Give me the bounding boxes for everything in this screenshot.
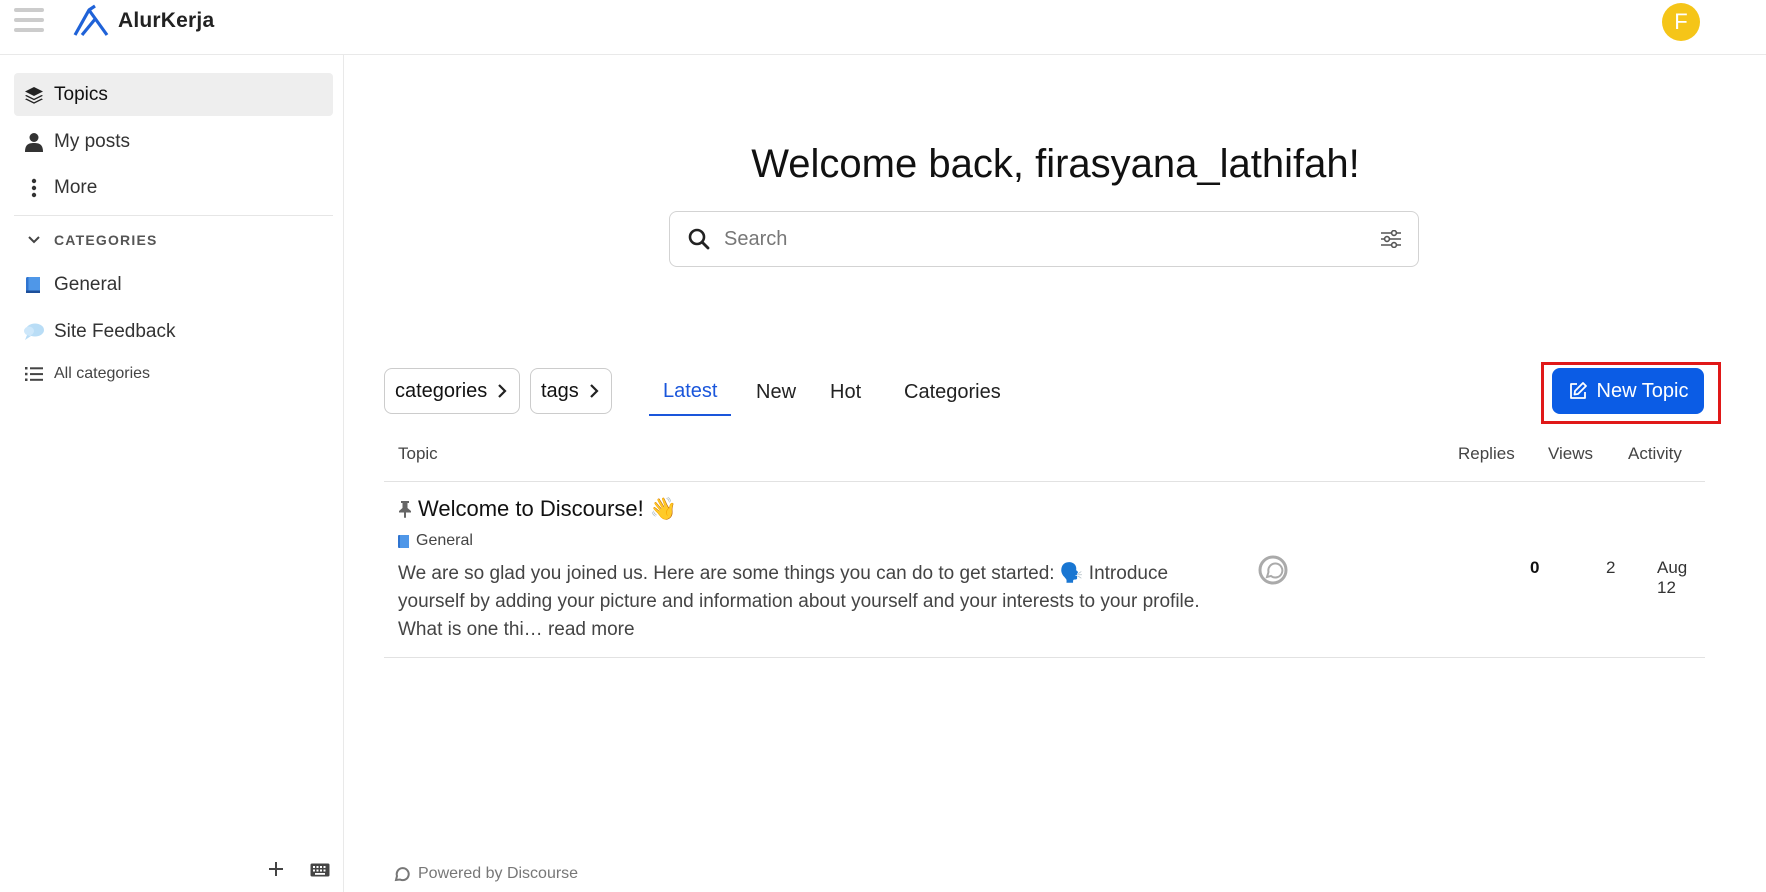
sidebar-item-label: My posts — [54, 130, 131, 152]
advanced-search-sliders-icon[interactable] — [1380, 230, 1402, 248]
search-icon — [688, 228, 710, 250]
search-input[interactable] — [724, 227, 1380, 251]
site-header: AlurKerja F — [0, 0, 1766, 55]
site-logo[interactable]: AlurKerja — [72, 4, 214, 38]
topic-activity[interactable]: Aug 12 — [1657, 558, 1705, 598]
chevron-right-icon — [498, 384, 507, 398]
user-icon — [25, 132, 43, 152]
topic-views: 2 — [1606, 558, 1616, 577]
new-topic-label: New Topic — [1596, 379, 1689, 402]
topic-excerpt: We are so glad you joined us. Here are s… — [398, 560, 1228, 644]
sidebar-item-label: Topics — [54, 83, 108, 105]
read-more-link[interactable]: read more — [548, 619, 635, 640]
add-section-icon[interactable] — [268, 860, 284, 883]
pin-icon — [399, 501, 411, 518]
tab-categories[interactable]: Categories — [890, 368, 1015, 416]
sidebar-divider — [14, 215, 333, 216]
sidebar-item-label: More — [54, 176, 98, 198]
search-bar[interactable] — [669, 211, 1419, 267]
sidebar-item-more[interactable]: More — [14, 166, 333, 209]
topic-title-link[interactable]: Welcome to Discourse! 👋 — [398, 496, 677, 522]
header-topic[interactable]: Topic — [398, 444, 438, 464]
table-row: Welcome to Discourse! 👋 General We are s… — [384, 482, 1705, 658]
edit-icon — [1569, 382, 1587, 399]
book-icon — [398, 534, 409, 548]
welcome-heading: Welcome back, firasyana_lathifah! — [751, 142, 1360, 186]
discourse-logo-icon — [394, 867, 410, 882]
header-replies[interactable]: Replies — [1458, 444, 1515, 464]
topic-title: Welcome to Discourse! 👋 — [418, 496, 678, 521]
categories-header: CATEGORIES — [54, 232, 158, 248]
sidebar-item-topics[interactable]: Topics — [14, 73, 333, 116]
topic-category-label: General — [416, 532, 473, 549]
tab-latest[interactable]: Latest — [649, 368, 732, 416]
speech-balloon-icon — [24, 323, 44, 340]
poster-avatar-icon[interactable] — [1258, 555, 1288, 585]
topic-list-header: Topic Replies Views Activity — [384, 440, 1705, 482]
tab-new[interactable]: New — [742, 368, 810, 416]
topic-category-badge[interactable]: General — [398, 532, 473, 550]
header-views[interactable]: Views — [1548, 444, 1593, 464]
categories-filter-dropdown[interactable]: categories — [384, 368, 521, 414]
topic-replies[interactable]: 0 — [1530, 558, 1539, 578]
list-icon — [25, 367, 43, 381]
sidebar-item-label: All categories — [54, 365, 151, 382]
sidebar: Topics My posts More CATEGORIES General … — [0, 55, 344, 892]
tags-filter-label: tags — [541, 379, 579, 402]
site-name: AlurKerja — [118, 9, 215, 32]
chevron-right-icon — [590, 384, 599, 398]
alurkerja-logo-icon — [73, 4, 109, 37]
categories-filter-label: categories — [395, 379, 488, 402]
sidebar-footer — [268, 860, 330, 883]
sidebar-item-label: Site Feedback — [54, 320, 176, 342]
tags-filter-dropdown[interactable]: tags — [530, 368, 612, 414]
book-icon — [26, 276, 40, 293]
chevron-down-icon — [28, 236, 40, 244]
sidebar-item-all-categories[interactable]: All categories — [14, 354, 333, 394]
vertical-ellipsis-icon — [31, 178, 37, 197]
powered-by-label: Powered by Discourse — [418, 865, 579, 882]
categories-section-toggle[interactable]: CATEGORIES — [14, 225, 333, 255]
new-topic-button[interactable]: New Topic — [1552, 368, 1704, 414]
sidebar-item-general[interactable]: General — [14, 263, 333, 306]
topic-excerpt-text: We are so glad you joined us. Here are s… — [398, 563, 1200, 640]
sidebar-item-my-posts[interactable]: My posts — [14, 120, 333, 163]
hamburger-menu-icon[interactable] — [14, 8, 44, 34]
user-avatar[interactable]: F — [1662, 3, 1700, 41]
sidebar-item-label: General — [54, 273, 122, 295]
topic-navigation: categories tags Latest New Hot Categorie… — [384, 368, 1704, 416]
tab-hot[interactable]: Hot — [816, 368, 875, 416]
powered-by-discourse-link[interactable]: Powered by Discourse — [394, 865, 578, 883]
sidebar-item-site-feedback[interactable]: Site Feedback — [14, 310, 333, 353]
keyboard-shortcuts-icon[interactable] — [310, 860, 330, 883]
header-activity[interactable]: Activity — [1628, 444, 1682, 464]
layers-icon — [25, 86, 43, 104]
